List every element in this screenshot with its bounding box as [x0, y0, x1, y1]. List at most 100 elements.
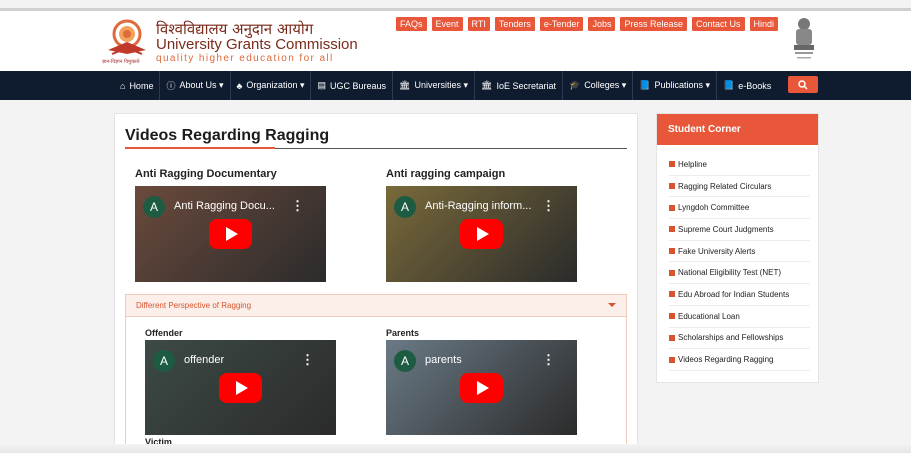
- top-link-event[interactable]: Event: [431, 17, 463, 31]
- channel-avatar[interactable]: A: [153, 350, 175, 372]
- nav-item-0[interactable]: ⌂ Home: [114, 71, 161, 100]
- video-player-documentary[interactable]: A Anti Ragging Docu... ⋮: [135, 186, 326, 282]
- nav-item-label: Colleges ▾: [584, 80, 627, 90]
- bullet-square-icon: [669, 334, 675, 341]
- video-title[interactable]: Anti Ragging Docu...: [174, 200, 275, 212]
- institution-icon: 🏛: [481, 80, 493, 90]
- sidebar-link-label: Videos Regarding Ragging: [678, 355, 774, 365]
- student-corner-panel: Student Corner Helpline Ragging Related C…: [656, 113, 819, 383]
- accordion-header[interactable]: Different Perspective of Ragging: [126, 295, 626, 317]
- top-link-jobs[interactable]: Jobs: [588, 17, 616, 31]
- nav-item-7[interactable]: 📘 Publications ▾: [633, 71, 717, 100]
- nav-item-5[interactable]: 🏛 IoE Secretariat: [475, 71, 563, 100]
- sitemap-icon: ♣: [236, 80, 243, 91]
- more-options-icon[interactable]: ⋮: [301, 352, 314, 368]
- national-emblem-icon: [794, 18, 814, 59]
- nav-item-3[interactable]: ▤ UGC Bureaus: [311, 71, 394, 100]
- sidebar-link[interactable]: Fake University Alerts: [669, 241, 810, 263]
- top-link-hindi[interactable]: Hindi: [749, 17, 779, 31]
- bullet-square-icon: [669, 161, 675, 168]
- main-content: Videos Regarding Ragging Anti Ragging Do…: [114, 113, 638, 453]
- video-title[interactable]: parents: [425, 354, 462, 366]
- play-icon[interactable]: [460, 219, 503, 249]
- nav-item-6[interactable]: 🎓 Colleges ▾: [563, 71, 634, 100]
- more-options-icon[interactable]: ⋮: [542, 198, 555, 214]
- sidebar-title: Student Corner: [668, 124, 741, 135]
- nav-item-1[interactable]: ⓘ About Us ▾: [160, 71, 231, 100]
- video-player-parents[interactable]: A parents ⋮: [386, 340, 577, 435]
- nav-item-label: IoE Secretariat: [496, 80, 556, 91]
- sidebar-link-label: Edu Abroad for Indian Students: [678, 289, 790, 299]
- sidebar-link-label: Fake University Alerts: [678, 246, 756, 256]
- top-link-tenders[interactable]: Tenders: [494, 17, 535, 31]
- nav-item-8[interactable]: 📘 e-Books: [717, 71, 777, 100]
- sidebar-link[interactable]: Lyngdoh Committee: [669, 197, 810, 220]
- page-title: Videos Regarding Ragging: [125, 127, 330, 144]
- top-link-e-tender[interactable]: e-Tender: [539, 17, 584, 31]
- sidebar-link[interactable]: National Eligibility Test (NET): [669, 262, 810, 285]
- bullet-square-icon: [669, 183, 675, 190]
- sidebar-link[interactable]: Videos Regarding Ragging: [669, 349, 810, 371]
- nav-item-label: UGC Bureaus: [330, 80, 387, 91]
- title-divider-accent: [125, 147, 275, 149]
- sidebar-link[interactable]: Scholarships and Fellowships: [669, 328, 810, 350]
- top-link-contact-us[interactable]: Contact Us: [691, 17, 745, 31]
- nav-item-label: Universities ▾: [414, 80, 468, 90]
- sidebar-link-label: Helpline: [678, 159, 707, 169]
- nav-item-label: Publications ▾: [654, 80, 710, 90]
- nav-item-label: About Us ▾: [179, 80, 224, 90]
- play-icon[interactable]: [219, 373, 262, 403]
- sidebar-link-label: Scholarships and Fellowships: [678, 333, 784, 343]
- more-options-icon[interactable]: ⋮: [291, 198, 304, 214]
- bullet-square-icon: [669, 313, 675, 320]
- sidebar-link-label: Educational Loan: [678, 311, 740, 321]
- top-link-faqs[interactable]: FAQs: [396, 17, 427, 31]
- bottom-edge: [0, 444, 911, 453]
- nav-items: ⌂ Home ⓘ About Us ▾ ♣ Organization ▾ ▤ UGC Bure…: [114, 71, 777, 100]
- top-links: FAQs Event RTI Tenders e-Tender Jobs Pre…: [396, 17, 779, 31]
- sidebar-link[interactable]: Edu Abroad for Indian Students: [669, 284, 810, 306]
- video-player-campaign[interactable]: A Anti-Ragging inform... ⋮: [386, 186, 577, 282]
- channel-avatar[interactable]: A: [394, 350, 416, 372]
- more-options-icon[interactable]: ⋮: [542, 352, 555, 368]
- page: ज्ञान-विज्ञान विमुक्तये विश्वविद्यालय अन…: [0, 0, 911, 453]
- sidebar-link-label: Ragging Related Circulars: [678, 181, 772, 191]
- sidebar-link[interactable]: Ragging Related Circulars: [669, 176, 810, 198]
- nav-item-label: Home: [129, 80, 154, 91]
- bullet-square-icon: [669, 248, 675, 255]
- video-heading-campaign: Anti ragging campaign: [386, 168, 506, 180]
- home-icon: ⌂: [120, 80, 126, 91]
- sidebar-link[interactable]: Helpline: [669, 154, 810, 176]
- video-player-offender[interactable]: A offender ⋮: [145, 340, 336, 435]
- video-title[interactable]: Anti-Ragging inform...: [425, 200, 531, 212]
- document-icon: ▤: [317, 80, 326, 90]
- site-title-english[interactable]: University Grants Commission: [156, 36, 358, 53]
- nav-item-4[interactable]: 🏛 Universities ▾: [393, 71, 475, 100]
- play-icon[interactable]: [460, 373, 503, 403]
- search-icon: [798, 79, 808, 90]
- bullet-square-icon: [669, 291, 675, 298]
- video-title[interactable]: offender: [184, 354, 224, 366]
- top-link-press-release[interactable]: Press Release: [620, 17, 687, 31]
- bullet-square-icon: [669, 204, 675, 211]
- video-heading-documentary: Anti Ragging Documentary: [135, 168, 277, 180]
- nav-item-2[interactable]: ♣ Organization ▾: [231, 71, 312, 100]
- nav-item-label: Organization ▾: [246, 80, 305, 90]
- sidebar-link-label: Supreme Court Judgments: [678, 224, 774, 234]
- sidebar-link[interactable]: Educational Loan: [669, 306, 810, 328]
- channel-avatar[interactable]: A: [394, 196, 416, 218]
- play-icon[interactable]: [209, 219, 252, 249]
- sidebar-link[interactable]: Supreme Court Judgments: [669, 219, 810, 241]
- graduation-cap-icon: 🎓: [568, 80, 581, 90]
- logo-tagline: ज्ञान-विज्ञान विमुक्तये: [102, 59, 140, 65]
- sidebar-link-label: Lyngdoh Committee: [678, 203, 750, 213]
- top-link-rti[interactable]: RTI: [467, 17, 490, 31]
- search-button[interactable]: [788, 76, 818, 93]
- channel-avatar[interactable]: A: [143, 196, 165, 218]
- accordion-title: Different Perspective of Ragging: [136, 301, 252, 310]
- info-icon: ⓘ: [166, 81, 176, 91]
- book-icon: 📘: [639, 80, 651, 90]
- book-icon: 📘: [723, 80, 735, 90]
- site-header: ज्ञान-विज्ञान विमुक्तये विश्वविद्यालय अन…: [0, 11, 911, 71]
- sidebar-list: Helpline Ragging Related Circulars Lyngdoh…: [669, 154, 810, 371]
